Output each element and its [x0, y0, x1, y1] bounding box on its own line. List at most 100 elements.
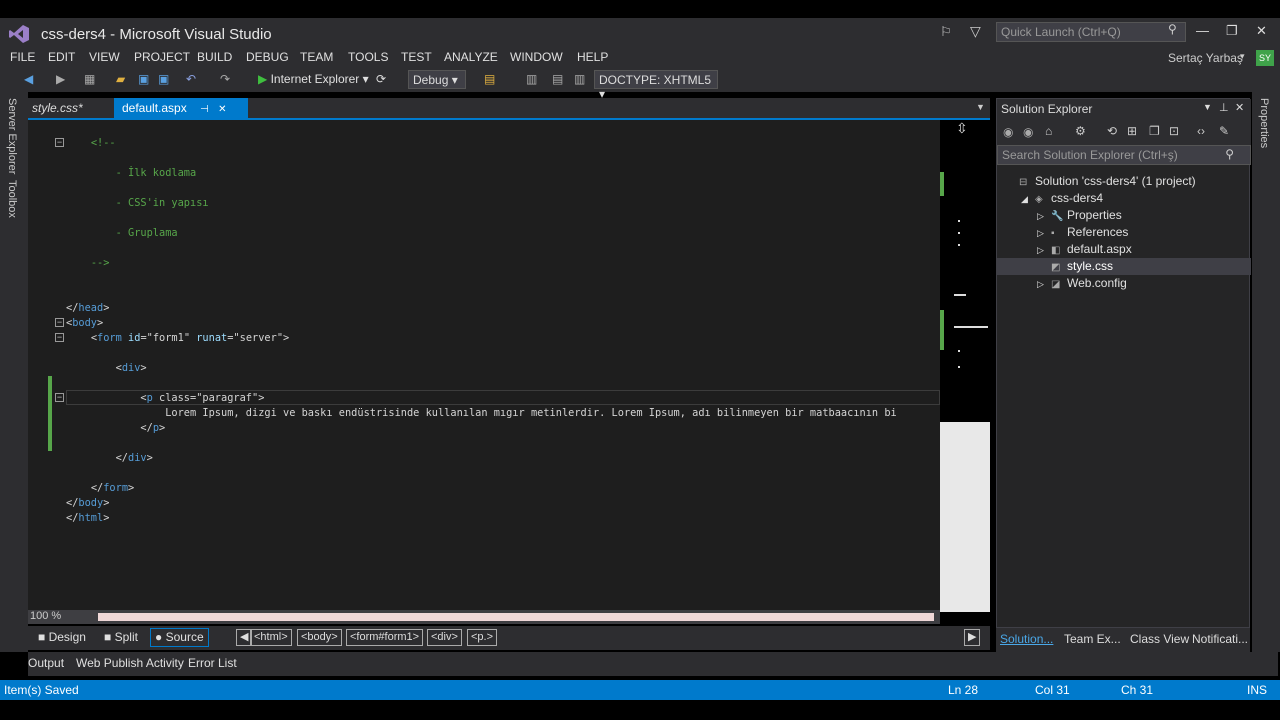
properties-tab[interactable]: Properties	[1258, 98, 1270, 148]
pin-icon[interactable]: ⊣	[200, 104, 209, 115]
scroll-map-viewport[interactable]: ⇳	[940, 120, 990, 422]
code-line[interactable]: <div>	[66, 361, 147, 376]
tab-solution-explorer[interactable]: Solution...	[1000, 632, 1053, 646]
run-browser-button[interactable]: ▶ Internet Explorer ▾	[258, 72, 369, 86]
tab-overflow-icon[interactable]: ▼	[976, 102, 985, 112]
show-all-files-icon[interactable]: ❐	[1149, 124, 1160, 138]
close-button[interactable]: ✕	[1256, 23, 1267, 39]
menu-project[interactable]: PROJECT	[134, 50, 190, 64]
quick-launch-input[interactable]: Quick Launch (Ctrl+Q)	[996, 22, 1186, 42]
split-view-button[interactable]: ■ Split	[104, 630, 138, 644]
tree-item[interactable]: ▷ ◪ Web.config	[997, 275, 1251, 292]
menu-build[interactable]: BUILD	[197, 50, 232, 64]
tree-item[interactable]: ⊟ Solution 'css-ders4' (1 project)	[997, 173, 1251, 190]
split-handle-icon[interactable]: ⇳	[956, 120, 968, 137]
menu-file[interactable]: FILE	[10, 50, 35, 64]
code-line[interactable]: - İlk kodlama	[66, 166, 197, 181]
code-line[interactable]: </p>	[66, 421, 165, 436]
feedback-icon[interactable]: ▽	[970, 23, 981, 40]
tab-class-view[interactable]: Class View	[1130, 632, 1189, 646]
breadcrumb-body[interactable]: <body>	[297, 629, 342, 646]
code-line[interactable]: </head>	[66, 301, 109, 316]
comment-icon[interactable]: ▤	[552, 72, 563, 86]
design-view-button[interactable]: ■ Design	[38, 630, 86, 644]
tree-item[interactable]: ▷ 🔧 Properties	[997, 207, 1251, 224]
expander-icon[interactable]: ▷	[1037, 208, 1051, 225]
home-icon[interactable]: ⌂	[1045, 124, 1052, 138]
close-tab-icon[interactable]: ✕	[218, 104, 226, 115]
tree-item[interactable]: ▷ ▪ References	[997, 224, 1251, 241]
collapse-icon[interactable]: −	[55, 333, 64, 342]
search-icon[interactable]: ⚲	[1168, 22, 1177, 36]
code-line[interactable]: <body>	[66, 316, 103, 331]
save-icon[interactable]: ▣	[138, 72, 149, 86]
code-line[interactable]: <form id="form1" runat="server">	[66, 331, 289, 346]
code-line[interactable]: </div>	[66, 451, 153, 466]
code-line[interactable]: </form>	[66, 481, 134, 496]
menu-view[interactable]: VIEW	[89, 50, 120, 64]
browser-link-icon[interactable]: ▤	[484, 72, 495, 86]
breadcrumb-forward-icon[interactable]: ▶	[964, 629, 981, 646]
toolbox-tab[interactable]: Toolbox	[6, 180, 18, 218]
scroll-map[interactable]: ⇳	[940, 120, 990, 612]
breadcrumb-p[interactable]: <p.>	[467, 629, 498, 646]
code-line[interactable]: <!--	[66, 136, 116, 151]
code-editor[interactable]: − − − − <!-- - İlk kodlama - CSS'in yapı…	[28, 118, 990, 612]
close-icon[interactable]: ✕	[1235, 101, 1244, 114]
save-all-icon[interactable]: ▣	[158, 72, 169, 86]
scroll-thumb[interactable]	[98, 613, 934, 621]
code-icon[interactable]: ‹›	[1197, 124, 1205, 138]
menu-window[interactable]: WINDOW	[510, 50, 563, 64]
tree-item[interactable]: ◢ ◈ css-ders4	[997, 190, 1251, 207]
code-line[interactable]: - CSS'in yapısı	[66, 196, 209, 211]
breadcrumb-html[interactable]: <html>	[250, 629, 292, 646]
collapse-icon[interactable]: −	[55, 393, 64, 402]
zoom-level[interactable]: 100 %	[30, 610, 61, 622]
menu-help[interactable]: HELP	[577, 50, 608, 64]
config-dropdown[interactable]: Debug ▾	[408, 70, 466, 89]
menu-team[interactable]: TEAM	[300, 50, 333, 64]
panel-menu-icon[interactable]: ▼	[1203, 102, 1212, 112]
notifications-flag-icon[interactable]: ⚐	[940, 24, 952, 40]
avatar[interactable]: SY	[1256, 50, 1274, 66]
expander-icon[interactable]: ▷	[1037, 242, 1051, 259]
code-line[interactable]: </html>	[66, 511, 109, 526]
horizontal-scrollbar[interactable]: 100 %	[28, 610, 940, 624]
view-code-icon[interactable]: ⊡	[1169, 124, 1179, 138]
code-line[interactable]: </body>	[66, 496, 109, 511]
format-icon[interactable]: ▥	[526, 72, 537, 86]
expander-icon[interactable]: ▷	[1037, 225, 1051, 242]
code-line[interactable]: <p class="paragraf">	[66, 391, 264, 406]
expander-icon[interactable]: ▷	[1037, 276, 1051, 293]
breadcrumb-form[interactable]: <form#form1>	[346, 629, 424, 646]
forward-icon[interactable]: ▶	[56, 72, 65, 86]
back-icon[interactable]: ◀	[24, 72, 33, 86]
restore-button[interactable]: ❐	[1226, 23, 1238, 39]
back-icon[interactable]: ◉	[1003, 125, 1013, 139]
undo-icon[interactable]: ↶	[186, 72, 196, 86]
redo-icon[interactable]: ↷	[220, 72, 230, 86]
tab-output[interactable]: Output	[28, 656, 64, 670]
tree-item[interactable]: ▷ ◧ default.aspx	[997, 241, 1251, 258]
breadcrumb-div[interactable]: <div>	[427, 629, 462, 646]
tab-team-explorer[interactable]: Team Ex...	[1064, 632, 1121, 646]
code-line[interactable]: - Gruplama	[66, 226, 178, 241]
expander-icon[interactable]: ◢	[1021, 191, 1035, 208]
code-line[interactable]: -->	[66, 256, 110, 271]
menu-debug[interactable]: DEBUG	[246, 50, 289, 64]
menu-test[interactable]: TEST	[401, 50, 432, 64]
tab-style-css[interactable]: style.css*	[28, 98, 114, 118]
user-name[interactable]: Sertaç Yarbaş	[1168, 51, 1243, 65]
server-explorer-tab[interactable]: Server Explorer	[6, 98, 18, 174]
tab-web-publish-activity[interactable]: Web Publish Activity	[76, 656, 184, 670]
uncomment-icon[interactable]: ▥	[574, 72, 585, 86]
collapse-all-icon[interactable]: ⊞	[1127, 124, 1137, 138]
minimize-button[interactable]: —	[1196, 23, 1209, 38]
menu-edit[interactable]: EDIT	[48, 50, 75, 64]
tab-notifications[interactable]: Notificati...	[1192, 632, 1248, 646]
new-project-icon[interactable]: ▦	[84, 72, 95, 86]
collapse-icon[interactable]: −	[55, 138, 64, 147]
refresh-icon[interactable]: ⟲	[1107, 124, 1117, 138]
doctype-dropdown[interactable]: DOCTYPE: XHTML5 ▾	[594, 70, 718, 101]
menu-tools[interactable]: TOOLS	[348, 50, 388, 64]
